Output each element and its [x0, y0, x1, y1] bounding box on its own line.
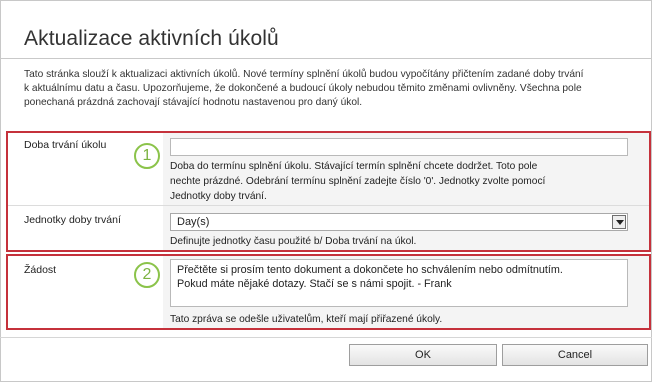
request-textarea[interactable]: Přečtěte si prosím tento dokument a doko…: [170, 259, 628, 307]
duration-input[interactable]: [170, 138, 628, 156]
chevron-down-icon[interactable]: [612, 215, 626, 229]
duration-label: Doba trvání úkolu: [24, 139, 107, 151]
units-description: Definujte jednotky času použité b/ Doba …: [170, 236, 417, 247]
intro-text: Tato stránka slouží k aktualizaci aktivn…: [24, 69, 584, 108]
units-select[interactable]: Day(s): [170, 213, 628, 231]
ok-button[interactable]: OK: [349, 344, 497, 366]
cancel-button[interactable]: Cancel: [502, 344, 648, 366]
title-divider: [0, 58, 652, 59]
footer-divider: [0, 337, 652, 338]
units-selected-value: Day(s): [177, 216, 210, 228]
duration-description-line-2: nechte prázdné. Odebrání termínu splnění…: [170, 176, 546, 187]
duration-description-line-3: Jednotky doby trvání.: [170, 191, 267, 202]
duration-description: Doba do termínu splnění úkolu. Stávající…: [170, 159, 640, 204]
request-section: Žádost 2 Přečtěte si prosím tento dokume…: [6, 254, 651, 330]
units-label: Jednotky doby trvání: [24, 214, 121, 226]
request-description: Tato zpráva se odešle uživatelům, kteří …: [170, 314, 443, 325]
request-label: Žádost: [24, 264, 57, 276]
dialog-title: Aktualizace aktivních úkolů: [24, 27, 279, 50]
task-duration-section: Doba trvání úkolu 1 Doba do termínu spln…: [6, 131, 651, 252]
step-badge-1: 1: [134, 143, 160, 169]
step-badge-2: 2: [134, 262, 160, 288]
duration-description-line-1: Doba do termínu splnění úkolu. Stávající…: [170, 161, 538, 172]
